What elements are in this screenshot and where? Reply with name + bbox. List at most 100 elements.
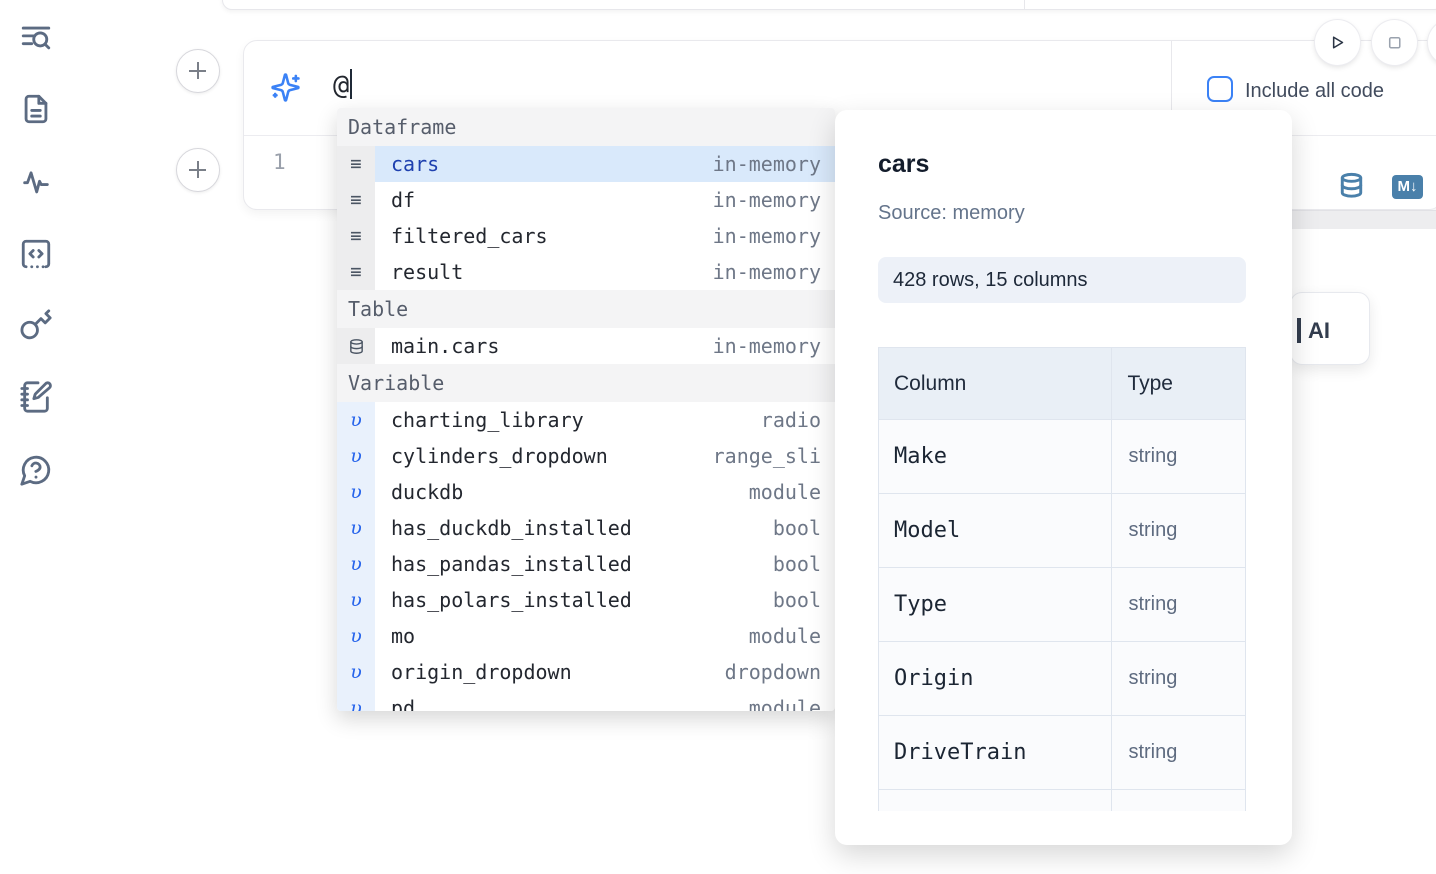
previous-cell-divider	[1024, 0, 1025, 10]
schema-table-body: MakestringModelstringTypestringOriginstr…	[879, 420, 1246, 812]
autocomplete-section-header: Table	[337, 290, 835, 328]
list-search-icon[interactable]	[19, 21, 53, 55]
dataframe-preview-panel: cars Source: memory 428 rows, 15 columns…	[835, 110, 1292, 845]
item-type: module	[749, 480, 821, 504]
dataframe-icon: ≡	[337, 182, 375, 218]
item-name: mo	[391, 624, 415, 648]
table-icon	[337, 328, 375, 364]
schema-row: Modelstring	[879, 494, 1246, 568]
autocomplete-item-has_duckdb_installed[interactable]: υhas_duckdb_installedbool	[337, 510, 835, 546]
schema-table-wrap: Column Type MakestringModelstringTypestr…	[878, 347, 1246, 811]
include-all-code-checkbox[interactable]	[1207, 76, 1233, 102]
schema-column-name: Make	[879, 420, 1112, 494]
variable-icon: υ	[337, 654, 375, 690]
preview-source: Source: memory	[878, 202, 1025, 225]
autocomplete-item-pd[interactable]: υ pd module	[337, 690, 835, 711]
item-name: main.cars	[391, 334, 499, 358]
schema-row: Originstring	[879, 642, 1246, 716]
marimo-notebook: @ Include all code 1 M↓ AI Dataframe≡car…	[0, 0, 1436, 874]
clipped-letter	[1297, 318, 1301, 343]
schema-row: DriveTrainstring	[879, 716, 1246, 790]
schema-row	[879, 790, 1246, 812]
autocomplete-item-charting_library[interactable]: υ charting_library radio	[337, 402, 835, 438]
item-name: origin_dropdown	[391, 660, 572, 684]
code-square-icon[interactable]	[19, 237, 53, 271]
item-type: in-memory	[713, 334, 821, 358]
add-cell-below-button[interactable]	[176, 148, 220, 192]
autocomplete-item-duckdb[interactable]: υduckdb module	[337, 474, 835, 510]
item-type: module	[749, 624, 821, 648]
autocomplete-item-df[interactable]: ≡dfin-memory	[337, 182, 835, 218]
file-text-icon[interactable]	[19, 92, 53, 126]
key-icon[interactable]	[19, 308, 53, 342]
dataframe-icon: ≡	[337, 146, 375, 182]
variable-icon: υ	[337, 546, 375, 582]
dataframe-icon: ≡	[337, 254, 375, 290]
item-name: filtered_cars	[391, 224, 548, 248]
autocomplete-section-header: Dataframe	[337, 108, 835, 146]
stop-button[interactable]	[1372, 20, 1417, 65]
variable-icon: υ	[337, 582, 375, 618]
autocomplete-item-has_pandas_installed[interactable]: υhas_pandas_installedbool	[337, 546, 835, 582]
ai-button-label: AI	[1308, 318, 1330, 344]
schema-row: Makestring	[879, 420, 1246, 494]
item-type: radio	[761, 408, 821, 432]
item-type: dropdown	[725, 660, 821, 684]
item-type: bool	[773, 588, 821, 612]
autocomplete-section-header: Variable	[337, 364, 835, 402]
schema-column-type: string	[1112, 420, 1246, 494]
variable-icon: υ	[337, 690, 375, 711]
autocomplete-item-main.cars[interactable]: main.cars in-memory	[337, 328, 835, 364]
autocomplete-item-cars[interactable]: ≡ cars in-memory	[337, 146, 835, 182]
autocomplete-item-result[interactable]: ≡resultin-memory	[337, 254, 835, 290]
cell-footer-strip	[1292, 210, 1436, 229]
schema-column-type	[1112, 790, 1246, 812]
item-name: duckdb	[391, 480, 463, 504]
schema-column-type: string	[1112, 716, 1246, 790]
item-name: has_polars_installed	[391, 588, 632, 612]
previous-cell-edge	[222, 0, 1436, 10]
text-cursor	[350, 69, 352, 99]
autocomplete-item-cylinders_dropdown[interactable]: υcylinders_dropdownrange_sli	[337, 438, 835, 474]
schema-column-type: string	[1112, 494, 1246, 568]
autocomplete-item-filtered_cars[interactable]: ≡filtered_carsin-memory	[337, 218, 835, 254]
variable-icon: υ	[337, 618, 375, 654]
autocomplete-item-mo[interactable]: υmo module	[337, 618, 835, 654]
item-type: in-memory	[713, 188, 821, 212]
autocomplete-dropdown: Dataframe≡carsin-memory≡dfin-memory≡filt…	[337, 108, 835, 711]
run-cell-button[interactable]	[1315, 20, 1360, 65]
schema-column-name: Origin	[879, 642, 1112, 716]
sparkles-icon	[270, 72, 301, 103]
item-type: in-memory	[713, 152, 821, 176]
line-number: 1	[273, 150, 286, 174]
database-icon[interactable]	[1338, 171, 1365, 200]
item-name: cylinders_dropdown	[391, 444, 608, 468]
item-type: module	[749, 696, 821, 711]
schema-column-type: string	[1112, 568, 1246, 642]
schema-table: Column Type MakestringModelstringTypestr…	[878, 347, 1246, 811]
item-type: range_sli	[713, 444, 821, 468]
item-type: bool	[773, 516, 821, 540]
ai-prompt-input[interactable]: @	[333, 69, 352, 101]
item-name: pd	[391, 696, 415, 711]
generate-with-ai-button[interactable]: AI	[1290, 292, 1370, 365]
autocomplete-item-has_polars_installed[interactable]: υ has_polars_installed bool	[337, 582, 835, 618]
item-type: in-memory	[713, 224, 821, 248]
notebook-pen-icon[interactable]	[19, 380, 53, 414]
schema-column-name: Model	[879, 494, 1112, 568]
add-cell-above-button[interactable]	[176, 49, 220, 93]
help-circle-icon[interactable]	[19, 453, 53, 487]
item-name: has_pandas_installed	[391, 552, 632, 576]
autocomplete-item-origin_dropdown[interactable]: υ origin_dropdown dropdown	[337, 654, 835, 690]
variable-icon: υ	[337, 402, 375, 438]
markdown-icon[interactable]: M↓	[1392, 175, 1423, 199]
item-name: charting_library	[391, 408, 584, 432]
preview-title: cars	[878, 150, 929, 179]
activity-icon[interactable]	[19, 165, 53, 199]
variable-icon: υ	[337, 474, 375, 510]
schema-column-name: DriveTrain	[879, 716, 1112, 790]
schema-header-type: Type	[1112, 348, 1246, 420]
schema-column-type: string	[1112, 642, 1246, 716]
item-name: cars	[391, 152, 439, 176]
schema-row: Typestring	[879, 568, 1246, 642]
